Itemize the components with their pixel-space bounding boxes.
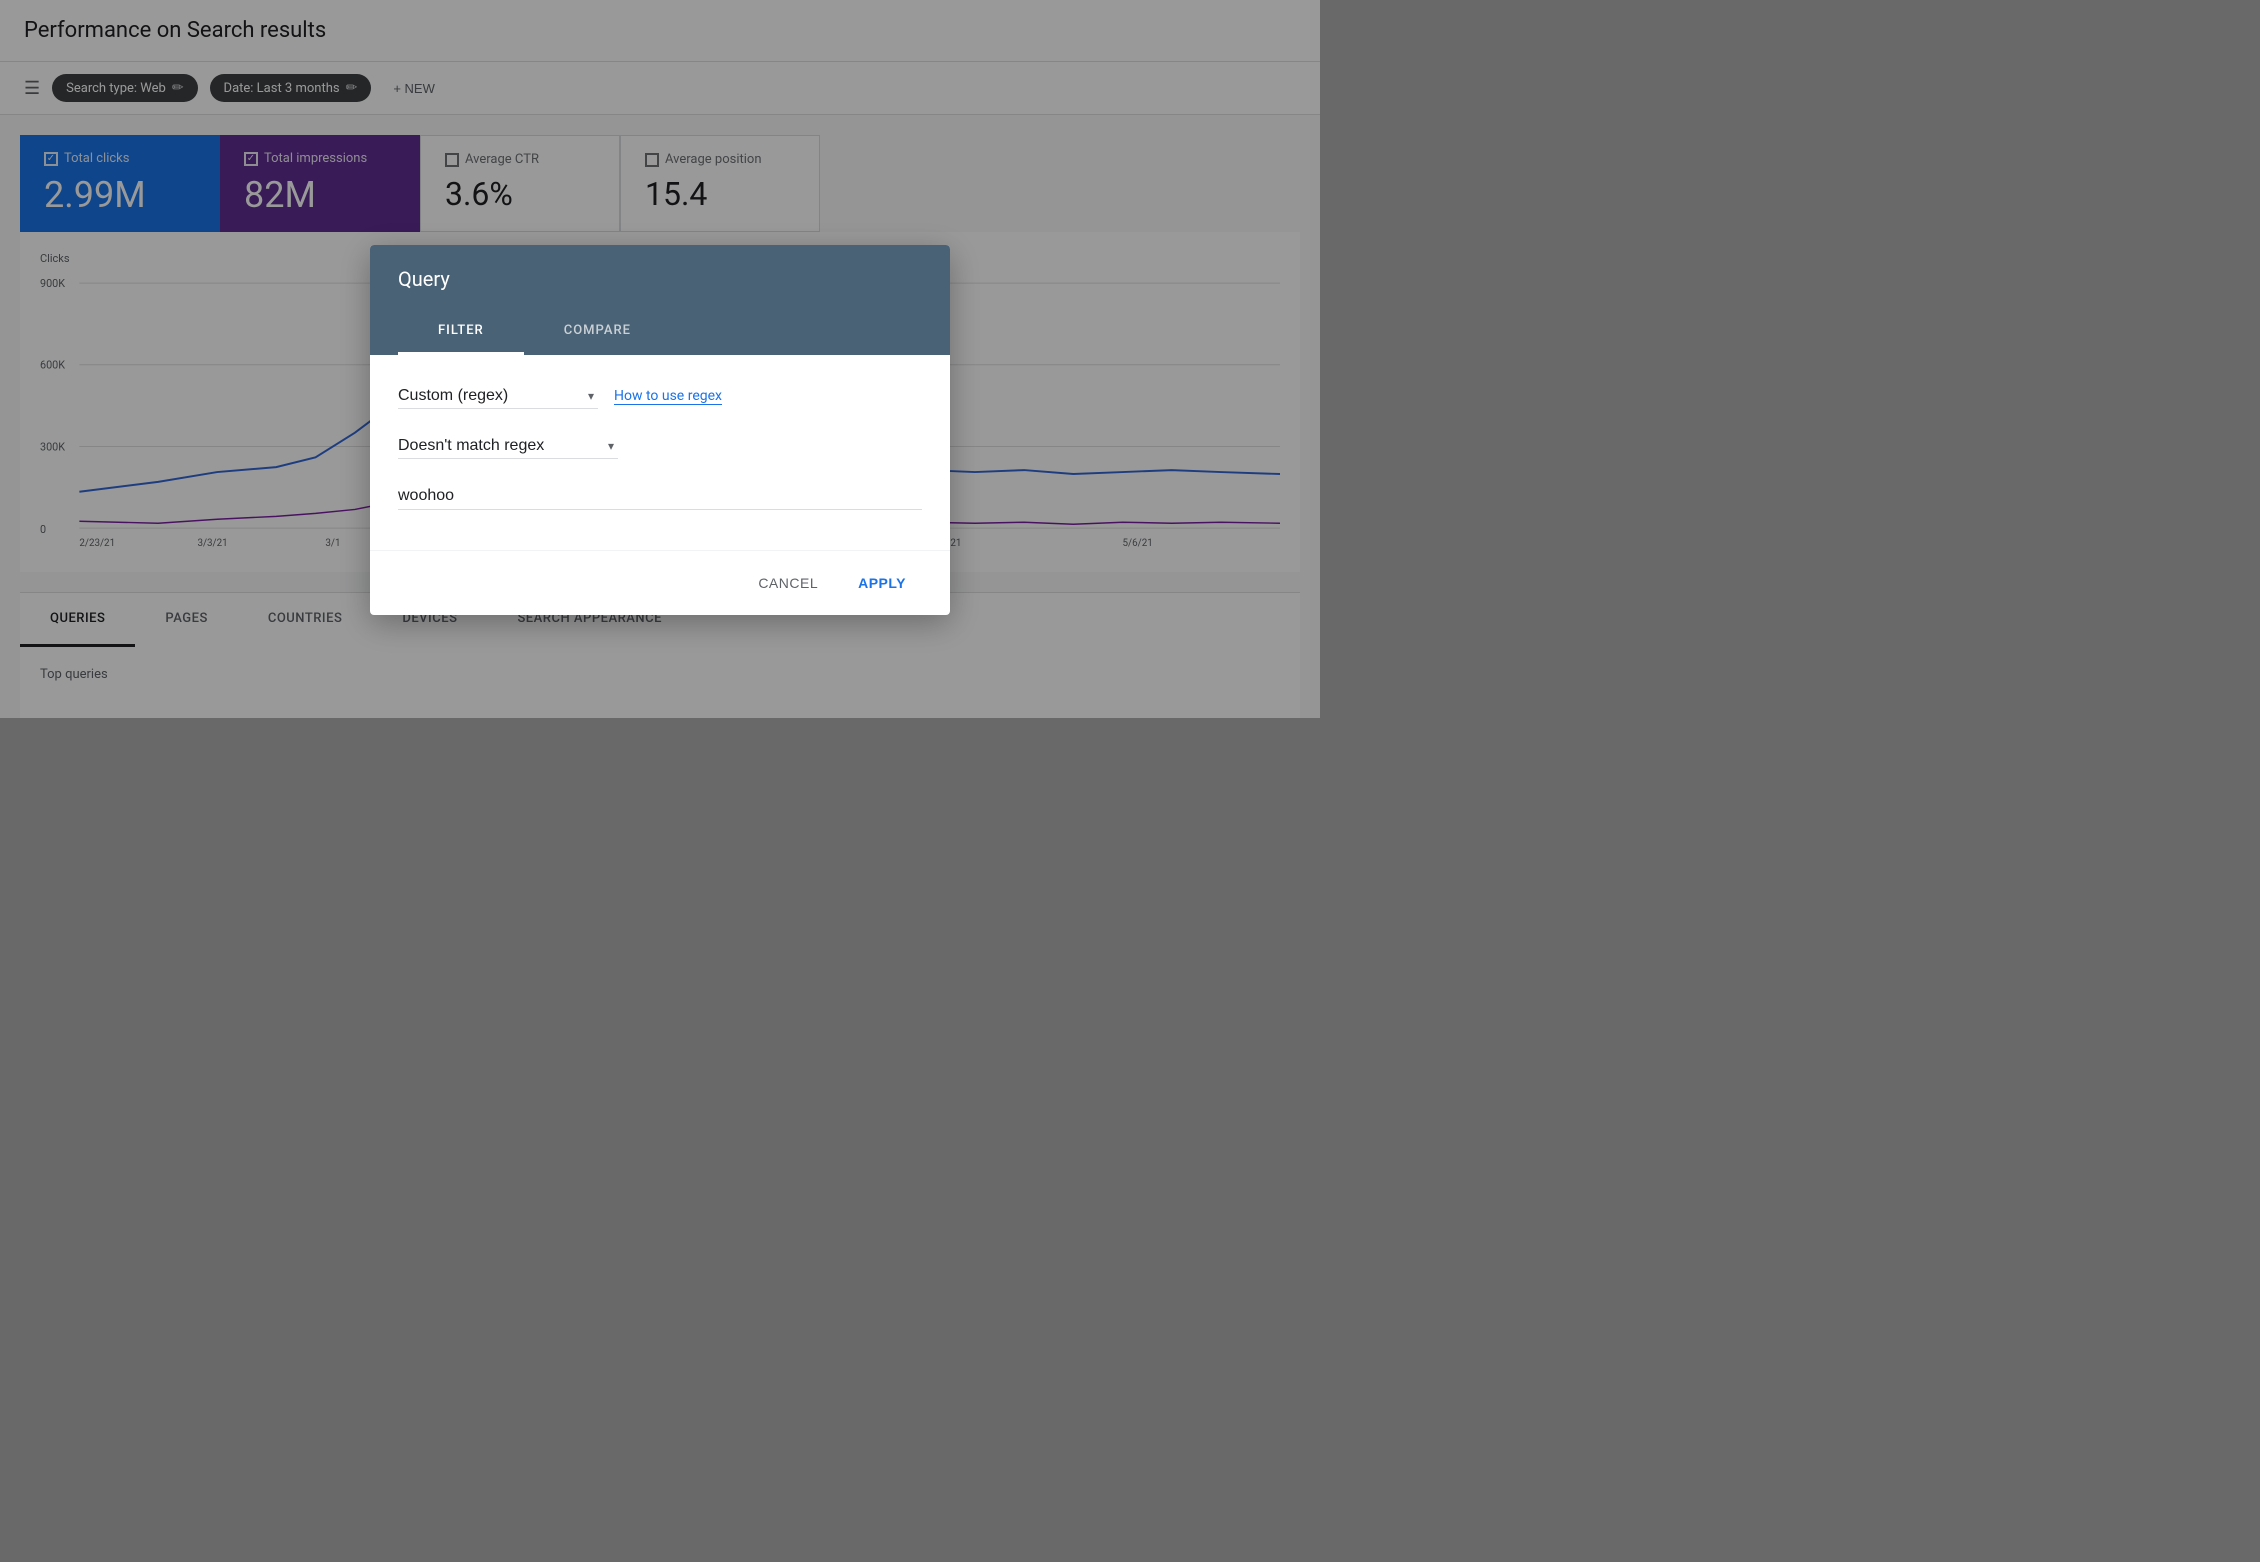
regex-input[interactable] <box>398 483 922 510</box>
apply-button[interactable]: APPLY <box>842 567 922 599</box>
modal-overlay[interactable]: Query FILTER COMPARE Custom (regex) Cont… <box>0 0 2260 1562</box>
condition-select[interactable]: Doesn't match regex Matches regex <box>398 433 618 459</box>
filter-type-select[interactable]: Custom (regex) Contains Doesn't contain … <box>398 383 598 409</box>
condition-row: Doesn't match regex Matches regex ▾ <box>398 433 922 459</box>
dialog-tab-filter-label: FILTER <box>438 323 484 338</box>
dialog-body: Custom (regex) Contains Doesn't contain … <box>370 355 950 550</box>
dialog-title: Query <box>398 267 922 291</box>
query-dialog: Query FILTER COMPARE Custom (regex) Cont… <box>370 245 950 615</box>
filter-type-row: Custom (regex) Contains Doesn't contain … <box>398 383 922 409</box>
filter-type-select-wrap: Custom (regex) Contains Doesn't contain … <box>398 383 598 409</box>
cancel-button[interactable]: CANCEL <box>742 567 834 599</box>
dialog-footer: CANCEL APPLY <box>370 550 950 615</box>
dialog-tab-filter[interactable]: FILTER <box>398 309 524 355</box>
dialog-tabs: FILTER COMPARE <box>398 309 922 355</box>
dialog-tab-compare[interactable]: COMPARE <box>524 309 671 355</box>
input-row <box>398 483 922 510</box>
condition-select-wrap: Doesn't match regex Matches regex ▾ <box>398 433 618 459</box>
how-to-regex-link[interactable]: How to use regex <box>614 388 722 405</box>
dialog-tab-compare-label: COMPARE <box>564 323 631 338</box>
dialog-header: Query FILTER COMPARE <box>370 245 950 355</box>
